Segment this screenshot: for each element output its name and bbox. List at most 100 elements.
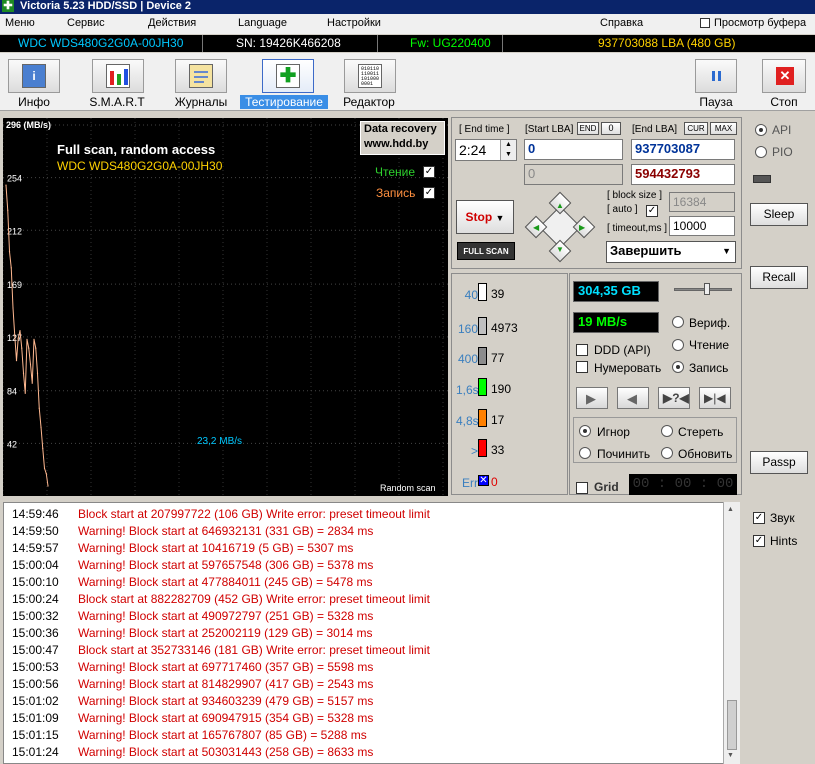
cur-button[interactable]: CUR [684, 122, 708, 135]
scan-stats-panel: 304,35 GB 19 MB/s DDD (API) Нумеровать В… [569, 273, 742, 495]
recall-button[interactable]: Recall [750, 266, 808, 289]
end-marker-button[interactable]: ▶|◀ [699, 387, 731, 409]
legend-threshold: > [470, 444, 478, 458]
data-recovery-banner[interactable]: Data recovery www.hdd.by [360, 121, 445, 155]
stop-scan-button[interactable]: Stop ▼ [456, 200, 514, 234]
stop-label: Стоп [770, 95, 798, 109]
divider [377, 35, 378, 52]
testing-button[interactable]: ✚ [262, 59, 314, 93]
refresh-radio[interactable] [661, 447, 673, 459]
menu-item-language[interactable]: Language [238, 17, 287, 29]
grid-label: Grid [594, 480, 619, 494]
speed-slider[interactable] [674, 288, 732, 291]
full-scan-button[interactable]: FULL SCAN [457, 242, 515, 260]
smart-button[interactable] [92, 59, 144, 93]
finish-action-value: Завершить [610, 243, 682, 258]
finish-action-select[interactable]: Завершить ▼ [606, 241, 736, 263]
sound-checkbox[interactable]: ✓ [753, 512, 765, 524]
menu-item-settings[interactable]: Настройки [327, 17, 381, 29]
grid-checkbox[interactable] [576, 482, 588, 494]
menu-item-actions[interactable]: Действия [148, 17, 196, 29]
menu-bar: Меню Сервис Действия Language Настройки … [0, 14, 815, 34]
log-time: 15:00:32 [12, 609, 59, 623]
write-graph-checkbox[interactable]: ✓ [423, 187, 435, 199]
legend-threshold: Err [462, 476, 478, 490]
write-speed-point [19, 329, 21, 332]
pause-label: Пауза [699, 95, 733, 109]
testing-label: Тестирование [240, 95, 328, 109]
menu-item-buffer-preview[interactable]: Просмотр буфера [714, 17, 806, 29]
log-message: Warning! Block start at 646932131 (331 G… [78, 524, 374, 538]
read-radio[interactable] [672, 339, 684, 351]
log-time: 14:59:57 [12, 541, 59, 555]
event-log[interactable]: 14:59:46 Block start at 207997722 (106 GB… [3, 502, 740, 764]
rewind-button[interactable]: ◀ [617, 387, 649, 409]
log-time: 14:59:46 [12, 507, 59, 521]
read-graph-checkbox[interactable]: ✓ [423, 166, 435, 178]
verify-label: Вериф. [689, 316, 731, 330]
legend-threshold: 4,8s [456, 414, 479, 428]
stop-toolbar-button[interactable]: ✕ [762, 59, 806, 93]
ddd-api-checkbox[interactable] [576, 344, 588, 356]
journals-button[interactable] [175, 59, 227, 93]
position-display: 304,35 GB [573, 281, 659, 302]
auto-label: [ auto ] [607, 204, 638, 215]
timeout-select[interactable]: 10000 [669, 216, 735, 236]
passp-button[interactable]: Passp [750, 451, 808, 474]
log-time: 15:00:36 [12, 626, 59, 640]
numerate-checkbox[interactable] [576, 361, 588, 373]
timer-display: 00 : 00 : 00 [629, 474, 737, 495]
verify-radio[interactable] [672, 316, 684, 328]
write-speed-point [17, 337, 19, 339]
side-panel: API PIO Sleep Recall Passp [745, 117, 815, 497]
max-button[interactable]: MAX [710, 122, 737, 135]
zero-button[interactable]: 0 [601, 122, 621, 135]
api-radio[interactable] [755, 124, 767, 136]
scroll-down-icon[interactable]: ▼ [727, 752, 734, 759]
play-button[interactable]: ▶ [576, 387, 608, 409]
end-time-spinner[interactable]: ▲ ▼ [500, 140, 516, 160]
sleep-button[interactable]: Sleep [750, 203, 808, 226]
slider-handle[interactable] [704, 283, 710, 295]
log-scrollbar[interactable]: ▲ ▼ [723, 502, 740, 764]
repair-label: Починить [597, 447, 651, 461]
write-speed-point [36, 372, 39, 374]
chart-y-unit-label: 296 (MB/s) [6, 120, 52, 130]
info-button[interactable]: i [8, 59, 60, 93]
break-all-button[interactable]: ▶?◀ [658, 387, 690, 409]
scroll-up-icon[interactable]: ▲ [727, 506, 734, 513]
menu-item-service[interactable]: Сервис [67, 17, 105, 29]
editor-button[interactable]: 010110 110011 101000 0001 [344, 59, 396, 93]
legend-count: 39 [491, 287, 505, 301]
log-time: 15:01:09 [12, 711, 59, 725]
start-lba-input[interactable]: 0 [524, 139, 623, 160]
menu-item-menu[interactable]: Меню [5, 17, 35, 29]
write-legend-label: Запись [376, 186, 416, 200]
info-icon: i [22, 64, 46, 88]
hints-checkbox[interactable]: ✓ [753, 535, 765, 547]
right-arrow-icon: ▶ [579, 223, 586, 232]
current-speed-label: 23,2 MB/s [197, 436, 243, 447]
chart-drive-model: WDC WDS480G2G0A-00JH30 [57, 159, 223, 173]
repair-radio[interactable] [579, 447, 591, 459]
write-speed-point [24, 392, 26, 394]
pio-radio[interactable] [755, 146, 767, 158]
app-icon: ✚ [2, 0, 14, 12]
ignore-radio[interactable] [579, 425, 591, 437]
end-lba-input[interactable]: 937703087 [631, 139, 735, 160]
end-button[interactable]: END [577, 122, 599, 135]
direction-pad[interactable]: ▲ ▼ ◀ ▶ [524, 191, 596, 263]
pause-button[interactable] [695, 59, 737, 93]
write-radio[interactable] [672, 361, 684, 373]
menu-item-help[interactable]: Справка [600, 17, 643, 29]
buffer-preview-icon[interactable] [700, 18, 710, 28]
log-message: Warning! Block start at 934603239 (479 G… [78, 694, 374, 708]
ignore-label: Игнор [597, 425, 630, 439]
log-message: Warning! Block start at 477884011 (245 G… [78, 575, 373, 589]
title-bar: ✚ Victoria 5.23 HDD/SSD | Device 2 [0, 0, 815, 14]
scan-mode-label: Random scan [380, 483, 436, 493]
erase-radio[interactable] [661, 425, 673, 437]
scroll-thumb[interactable] [727, 700, 737, 750]
auto-checkbox[interactable]: ✓ [646, 205, 658, 217]
write-speed-point [12, 307, 14, 309]
